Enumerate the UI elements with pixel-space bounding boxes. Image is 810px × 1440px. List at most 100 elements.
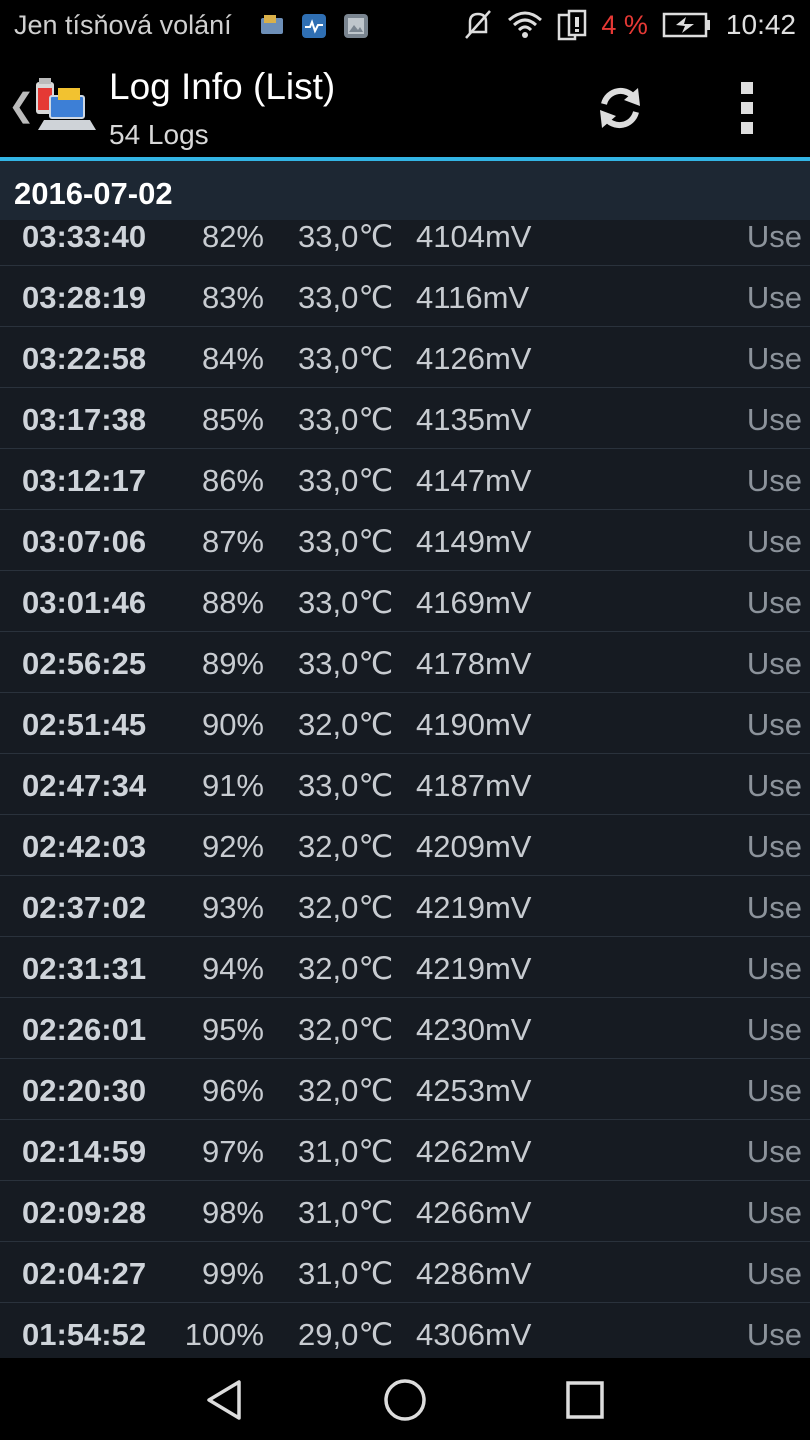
- navigation-bar: [0, 1358, 810, 1440]
- page-title: Log Info (List): [109, 66, 336, 107]
- list-item[interactable]: 02:47:34 91% 33,0℃ 4187mV Use: [0, 754, 810, 815]
- back-icon[interactable]: [201, 1376, 249, 1424]
- temperature: 32,0℃: [298, 707, 394, 742]
- log-time: 02:37:02: [22, 890, 147, 925]
- list-item[interactable]: 02:26:01 95% 32,0℃ 4230mV Use: [0, 998, 810, 1059]
- temperature: 33,0℃: [298, 646, 394, 681]
- log-time: 02:47:34: [22, 768, 147, 803]
- status-label: Use: [746, 829, 802, 864]
- status-label: Use: [746, 402, 802, 437]
- log-time: 02:56:25: [22, 646, 147, 681]
- home-icon[interactable]: [381, 1376, 429, 1424]
- log-time: 03:12:17: [22, 463, 147, 498]
- list-item[interactable]: 02:51:45 90% 32,0℃ 4190mV Use: [0, 693, 810, 754]
- log-time: 03:01:46: [22, 585, 147, 620]
- voltage: 4306mV: [416, 1317, 532, 1352]
- list-item[interactable]: 03:07:06 87% 33,0℃ 4149mV Use: [0, 510, 810, 571]
- log-time: 03:33:40: [22, 220, 147, 254]
- list-item[interactable]: 03:28:19 83% 33,0℃ 4116mV Use: [0, 266, 810, 327]
- list-item[interactable]: 02:09:28 98% 31,0℃ 4266mV Use: [0, 1181, 810, 1242]
- battery-level: 89%: [201, 646, 264, 681]
- overflow-menu-icon[interactable]: [738, 82, 756, 134]
- temperature: 33,0℃: [298, 341, 394, 376]
- list-item[interactable]: 03:12:17 86% 33,0℃ 4147mV Use: [0, 449, 810, 510]
- sd-card-icon: [261, 15, 283, 34]
- voltage: 4187mV: [416, 768, 532, 803]
- carrier-label: Jen tísňová volání: [14, 10, 232, 40]
- battery-level: 87%: [201, 524, 264, 559]
- voltage: 4147mV: [416, 463, 532, 498]
- battery-level: 96%: [201, 1073, 264, 1108]
- status-label: Use: [746, 463, 802, 498]
- app-logo-icon[interactable]: [30, 74, 96, 140]
- battery-level: 82%: [201, 220, 264, 254]
- log-time: 03:07:06: [22, 524, 147, 559]
- status-label: Use: [746, 890, 802, 925]
- voltage: 4253mV: [416, 1073, 532, 1108]
- log-time: 02:51:45: [22, 707, 147, 742]
- battery-level: 98%: [201, 1195, 264, 1230]
- status-label: Use: [746, 646, 802, 681]
- list-item[interactable]: 02:31:31 94% 32,0℃ 4219mV Use: [0, 937, 810, 998]
- list-item[interactable]: 03:17:38 85% 33,0℃ 4135mV Use: [0, 388, 810, 449]
- temperature: 32,0℃: [298, 951, 394, 986]
- recents-icon[interactable]: [561, 1376, 609, 1424]
- temperature: 31,0℃: [298, 1134, 394, 1169]
- battery-level: 92%: [201, 829, 264, 864]
- battery-level: 85%: [201, 402, 264, 437]
- log-time: 02:26:01: [22, 1012, 147, 1047]
- status-label: Use: [746, 524, 802, 559]
- status-bar: Jen tísňová volání 4 % 10:42: [0, 0, 810, 54]
- status-label: Use: [746, 1012, 802, 1047]
- log-count: 54 Logs: [109, 119, 209, 150]
- status-label: Use: [746, 585, 802, 620]
- battery-level: 83%: [201, 280, 264, 315]
- temperature: 33,0℃: [298, 402, 394, 437]
- temperature: 29,0℃: [298, 1317, 394, 1352]
- status-label: Use: [746, 951, 802, 986]
- temperature: 33,0℃: [298, 585, 394, 620]
- list-item[interactable]: 01:54:52 100% 29,0℃ 4306mV Use: [0, 1303, 810, 1358]
- list-item[interactable]: 02:04:27 99% 31,0℃ 4286mV Use: [0, 1242, 810, 1303]
- clock: 10:42: [725, 9, 796, 40]
- notification-icons: [258, 12, 370, 40]
- status-label: Use: [746, 1256, 802, 1291]
- battery-level: 88%: [201, 585, 264, 620]
- log-time: 03:28:19: [22, 280, 147, 315]
- temperature: 33,0℃: [298, 524, 394, 559]
- system-icons: 4 % 10:42: [463, 8, 796, 42]
- list-item[interactable]: 03:22:58 84% 33,0℃ 4126mV Use: [0, 327, 810, 388]
- status-label: Use: [746, 1073, 802, 1108]
- voltage: 4169mV: [416, 585, 532, 620]
- list-item[interactable]: 02:37:02 93% 32,0℃ 4219mV Use: [0, 876, 810, 937]
- battery-level: 99%: [201, 1256, 264, 1291]
- battery-percent: 4 %: [601, 9, 648, 40]
- battery-level: 95%: [201, 1012, 264, 1047]
- battery-level: 90%: [201, 707, 264, 742]
- status-label: Use: [746, 1134, 802, 1169]
- voltage: 4190mV: [416, 707, 532, 742]
- voltage: 4149mV: [416, 524, 532, 559]
- list-item[interactable]: 03:33:40 82% 33,0℃ 4104mV Use: [0, 220, 810, 266]
- battery-charging-icon: [662, 12, 710, 38]
- status-label: Use: [746, 220, 802, 254]
- battery-level: 84%: [201, 341, 264, 376]
- list-item[interactable]: 02:14:59 97% 31,0℃ 4262mV Use: [0, 1120, 810, 1181]
- temperature: 31,0℃: [298, 1195, 394, 1230]
- list-item[interactable]: 02:56:25 89% 33,0℃ 4178mV Use: [0, 632, 810, 693]
- log-time: 02:31:31: [22, 951, 147, 986]
- list-item[interactable]: 02:42:03 92% 32,0℃ 4209mV Use: [0, 815, 810, 876]
- health-icon: [302, 14, 326, 38]
- log-time: 03:22:58: [22, 341, 147, 376]
- log-time: 02:20:30: [22, 1073, 147, 1108]
- status-label: Use: [746, 1317, 802, 1352]
- list-item[interactable]: 03:01:46 88% 33,0℃ 4169mV Use: [0, 571, 810, 632]
- refresh-icon[interactable]: [592, 80, 648, 136]
- temperature: 33,0℃: [298, 463, 394, 498]
- list-item[interactable]: 02:20:30 96% 32,0℃ 4253mV Use: [0, 1059, 810, 1120]
- voltage: 4219mV: [416, 890, 532, 925]
- log-list[interactable]: 03:33:40 82% 33,0℃ 4104mV Use 03:28:19 8…: [0, 220, 810, 1358]
- status-label: Use: [746, 280, 802, 315]
- battery-level: 86%: [201, 463, 264, 498]
- image-icon: [344, 14, 368, 38]
